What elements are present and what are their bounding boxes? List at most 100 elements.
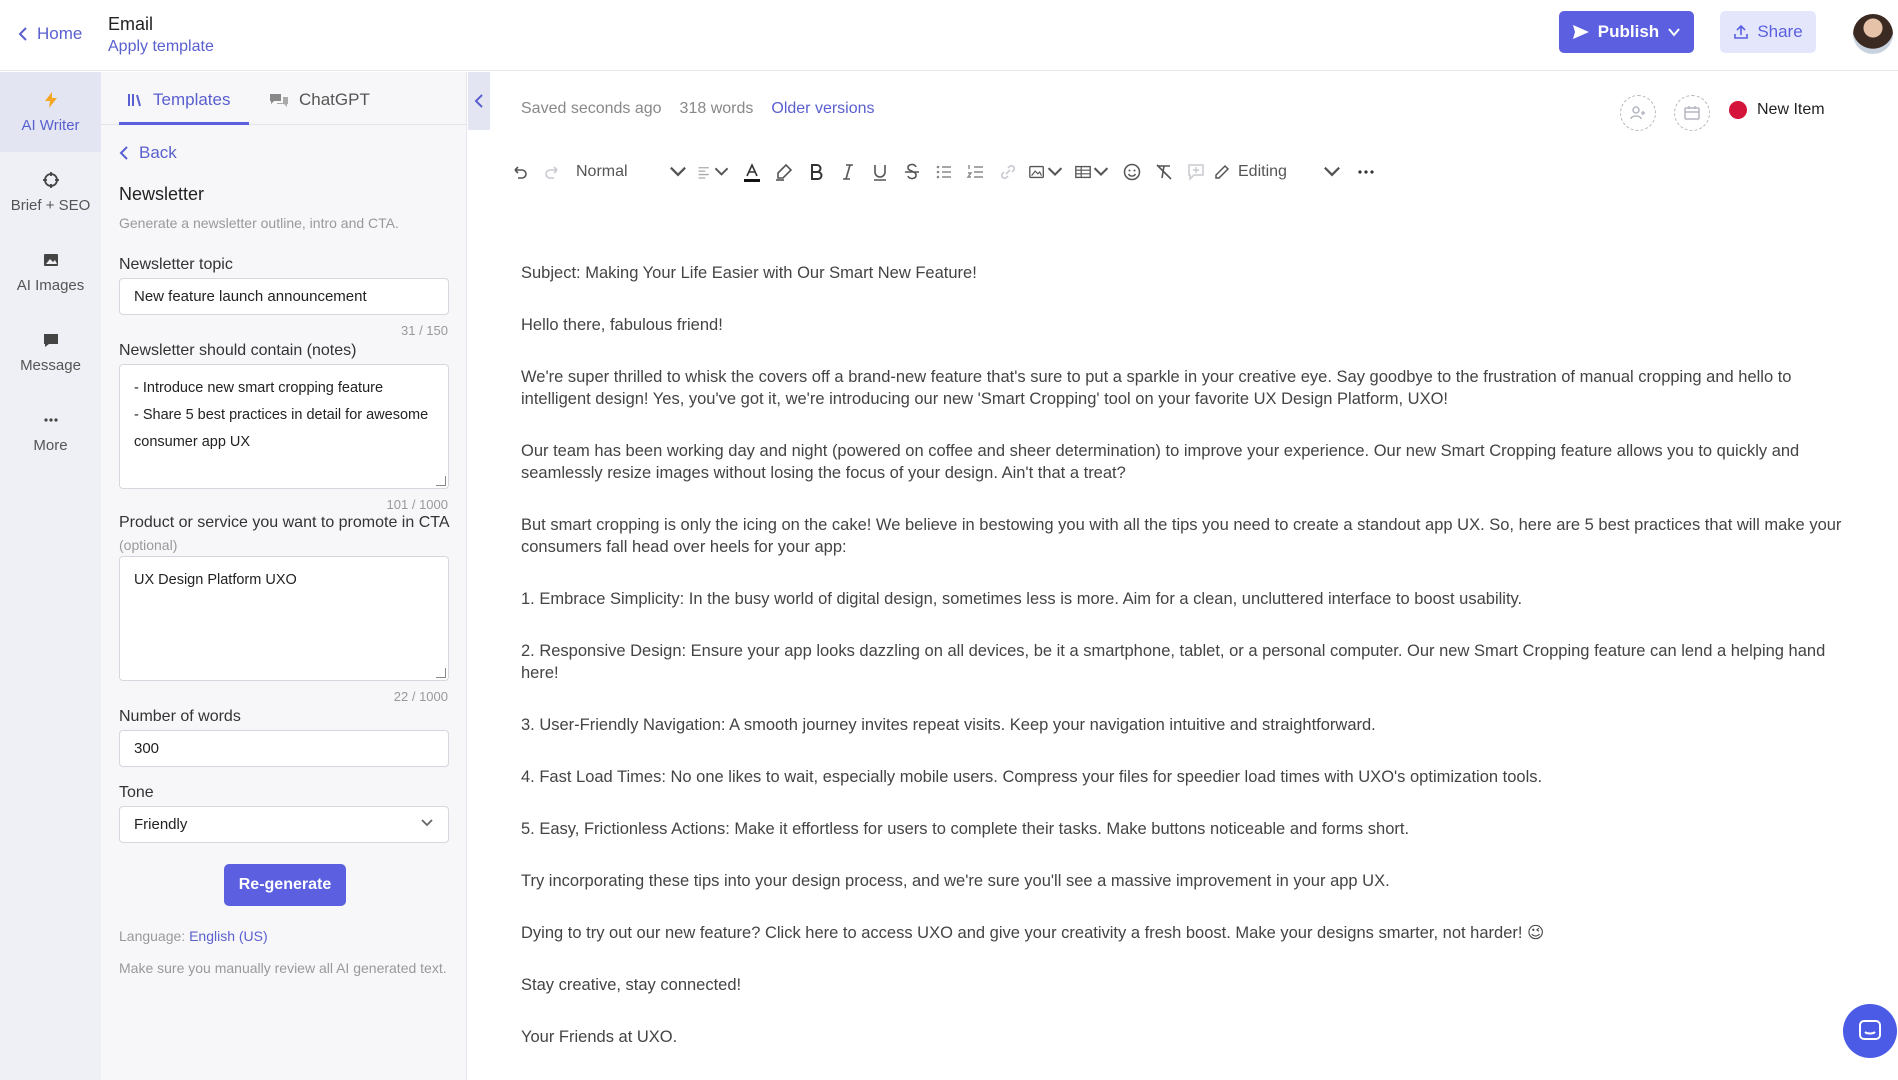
highlighter-icon bbox=[776, 163, 793, 181]
doc-paragraph: 3. User-Friendly Navigation: A smooth jo… bbox=[521, 716, 1376, 734]
chevron-left-icon bbox=[18, 27, 27, 41]
editing-mode-select[interactable]: Editing bbox=[1212, 160, 1342, 184]
schedule-button[interactable] bbox=[1674, 95, 1710, 131]
cta-label-text: Product or service you want to promote i… bbox=[119, 514, 449, 531]
align-icon bbox=[698, 167, 709, 179]
resize-handle[interactable] bbox=[436, 668, 446, 678]
doc-paragraph: Dying to try out our new feature? Click … bbox=[521, 924, 1545, 942]
publish-label: Publish bbox=[1597, 22, 1660, 41]
bullet-list-button[interactable] bbox=[934, 160, 954, 184]
highlight-button[interactable] bbox=[774, 160, 794, 184]
notes-textarea[interactable]: - Introduce new smart cropping feature -… bbox=[119, 364, 449, 489]
table-icon bbox=[1075, 165, 1091, 179]
redo-button[interactable] bbox=[542, 160, 562, 184]
share-label: Share bbox=[1757, 22, 1803, 41]
tone-value: Friendly bbox=[134, 816, 188, 833]
rail-item-brief-seo[interactable]: Brief + SEO bbox=[0, 152, 101, 232]
text-color-button[interactable] bbox=[742, 160, 762, 184]
rail-item-message[interactable]: Message bbox=[0, 312, 101, 392]
topic-label: Newsletter topic bbox=[119, 256, 233, 273]
cta-value: UX Design Platform UXO bbox=[134, 572, 297, 588]
status-selector[interactable]: New Item bbox=[1729, 101, 1825, 119]
doc-paragraph: Your Friends at UXO. bbox=[521, 1028, 678, 1046]
doc-paragraph: Stay creative, stay connected! bbox=[521, 976, 742, 994]
doc-paragraph: Try incorporating these tips into your d… bbox=[521, 872, 1390, 890]
add-collaborator-button[interactable] bbox=[1620, 95, 1656, 131]
document-title: Email bbox=[108, 14, 154, 34]
language-link[interactable]: English (US) bbox=[189, 928, 268, 944]
link-button[interactable] bbox=[998, 160, 1018, 184]
editing-mode-value: Editing bbox=[1238, 163, 1287, 180]
chevron-left-icon bbox=[119, 146, 128, 160]
rail-item-label: AI Images bbox=[16, 276, 85, 294]
rail-item-label: More bbox=[33, 436, 68, 454]
italic-button[interactable] bbox=[838, 160, 858, 184]
tab-templates[interactable]: Templates bbox=[127, 90, 230, 110]
undo-button[interactable] bbox=[510, 160, 530, 184]
support-chat-button[interactable] bbox=[1843, 1004, 1897, 1058]
older-versions-link[interactable]: Older versions bbox=[771, 100, 874, 118]
language-row: Language: English (US) bbox=[119, 928, 268, 944]
apply-template-link[interactable]: Apply template bbox=[108, 38, 214, 56]
comment-button[interactable] bbox=[1186, 160, 1206, 184]
tab-chatgpt[interactable]: ChatGPT bbox=[269, 90, 370, 110]
editor-toolbar: Normal Editing bbox=[510, 152, 1600, 192]
rail-item-ai-images[interactable]: AI Images bbox=[0, 232, 101, 312]
words-label: Number of words bbox=[119, 708, 241, 725]
home-link[interactable]: Home bbox=[17, 24, 82, 44]
topic-input[interactable]: New feature launch announcement bbox=[119, 278, 449, 315]
more-options-button[interactable] bbox=[1356, 160, 1376, 184]
doc-paragraph: 4. Fast Load Times: No one likes to wait… bbox=[521, 768, 1543, 786]
underline-icon bbox=[874, 165, 886, 181]
paragraph-style-select[interactable]: Normal bbox=[576, 160, 688, 184]
document-body[interactable]: Subject: Making Your Life Easier with Ou… bbox=[521, 262, 1861, 1078]
publish-button[interactable]: Publish bbox=[1559, 11, 1694, 53]
language-prefix: Language: bbox=[119, 928, 186, 944]
tone-select[interactable]: Friendly bbox=[119, 806, 449, 843]
upload-icon bbox=[1734, 24, 1749, 39]
more-icon bbox=[43, 417, 58, 422]
doc-paragraph: Subject: Making Your Life Easier with Ou… bbox=[521, 264, 977, 282]
add-comment-icon bbox=[1188, 164, 1204, 181]
insert-table-button[interactable] bbox=[1074, 160, 1110, 184]
calendar-icon bbox=[1684, 106, 1700, 120]
panel-tabs: Templates ChatGPT bbox=[101, 72, 467, 125]
notes-counter: 101 / 1000 bbox=[386, 497, 448, 512]
back-link[interactable]: Back bbox=[119, 143, 177, 163]
doc-paragraph: 5. Easy, Frictionless Actions: Make it e… bbox=[521, 820, 1410, 838]
link-icon bbox=[1000, 164, 1016, 180]
top-bar: Home Email Apply template Publish Share bbox=[0, 0, 1898, 71]
user-avatar[interactable] bbox=[1853, 14, 1893, 54]
chevron-left-icon bbox=[474, 94, 483, 108]
cta-textarea[interactable]: UX Design Platform UXO bbox=[119, 556, 449, 681]
paragraph-style-value: Normal bbox=[576, 163, 628, 180]
numbered-list-button[interactable] bbox=[966, 160, 986, 184]
insert-image-button[interactable] bbox=[1028, 160, 1064, 184]
regenerate-button[interactable]: Re-generate bbox=[224, 864, 346, 906]
status-dot-icon bbox=[1729, 101, 1747, 119]
image-icon bbox=[1029, 165, 1044, 179]
chevron-down-icon bbox=[1324, 166, 1340, 177]
align-button[interactable] bbox=[696, 160, 730, 184]
rail-item-ai-writer[interactable]: AI Writer bbox=[0, 72, 101, 152]
rail-item-more[interactable]: More bbox=[0, 392, 101, 472]
share-button[interactable]: Share bbox=[1720, 11, 1816, 53]
underline-button[interactable] bbox=[870, 160, 890, 184]
message-icon bbox=[43, 333, 58, 347]
strikethrough-button[interactable] bbox=[902, 160, 922, 184]
doc-paragraph: Hello there, fabulous friend! bbox=[521, 316, 723, 334]
back-label: Back bbox=[139, 143, 177, 162]
italic-icon bbox=[843, 164, 853, 180]
resize-handle[interactable] bbox=[436, 476, 446, 486]
clear-formatting-button[interactable] bbox=[1154, 160, 1174, 184]
chevron-down-icon bbox=[670, 166, 686, 177]
text-color-icon bbox=[744, 163, 760, 182]
strikethrough-icon bbox=[905, 163, 919, 180]
lightning-icon bbox=[44, 91, 57, 108]
undo-icon bbox=[514, 166, 527, 179]
collapse-panel-button[interactable] bbox=[468, 72, 490, 130]
rail-item-label: Message bbox=[20, 356, 81, 374]
words-input[interactable]: 300 bbox=[119, 730, 449, 767]
emoji-button[interactable] bbox=[1122, 160, 1142, 184]
bold-button[interactable] bbox=[806, 160, 826, 184]
